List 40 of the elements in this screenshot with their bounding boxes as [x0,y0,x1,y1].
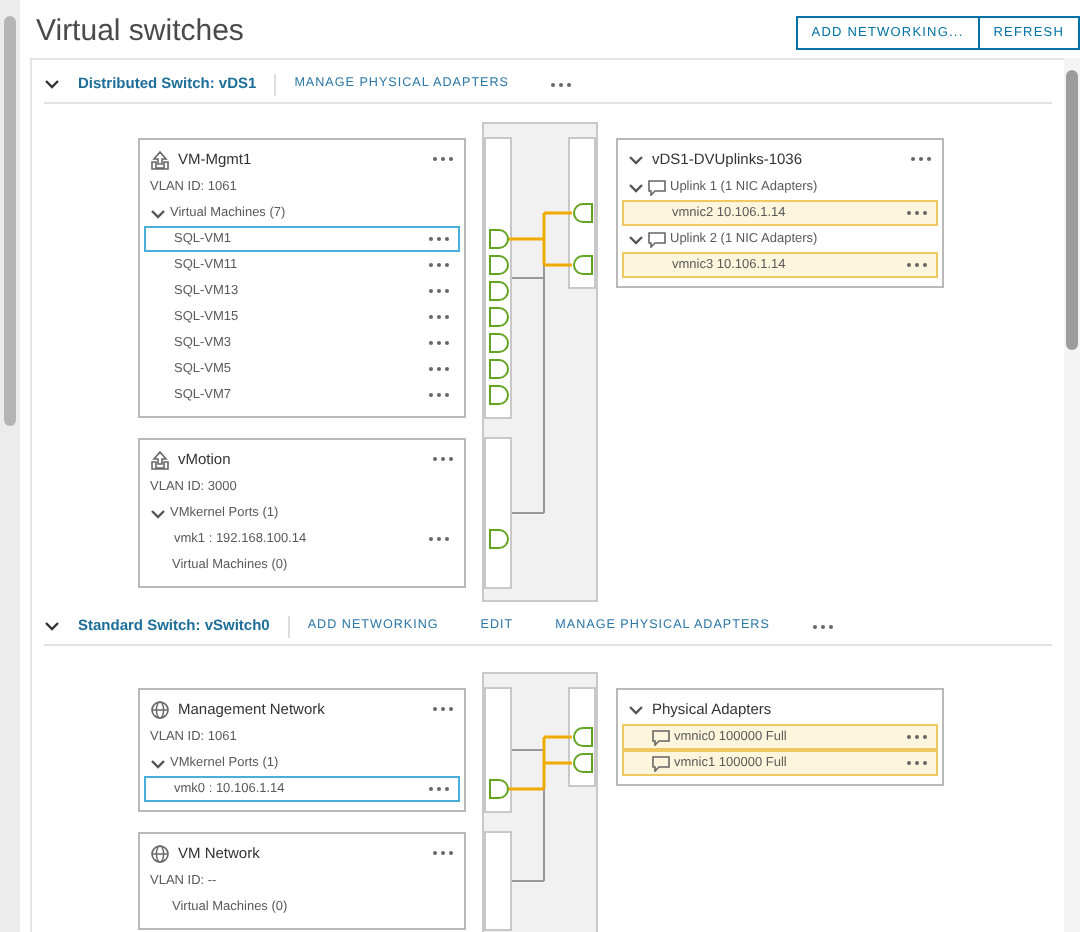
port-icon[interactable] [573,255,593,275]
more-icon[interactable] [428,786,450,792]
scrollbar[interactable] [1064,58,1080,932]
more-icon[interactable] [811,623,834,629]
chevron-down-icon[interactable] [628,701,644,717]
more-icon[interactable] [906,760,928,766]
chevron-down-icon[interactable] [44,76,60,92]
port-icon[interactable] [489,529,509,549]
more-icon[interactable] [432,156,454,162]
scrollbar[interactable] [0,0,20,932]
chevron-down-icon[interactable] [628,179,644,195]
more-icon[interactable] [910,156,932,162]
globe-icon [150,699,170,719]
more-icon[interactable] [428,288,450,294]
more-icon[interactable] [428,536,450,542]
more-icon[interactable] [906,210,928,216]
chevron-down-icon[interactable] [628,151,644,167]
active-connector-line [506,211,574,267]
chevron-down-icon[interactable] [628,231,644,247]
chevron-down-icon[interactable] [44,618,60,634]
more-icon[interactable] [428,392,450,398]
active-connector-line [506,735,574,791]
chevron-down-icon[interactable] [150,755,166,771]
more-icon[interactable] [906,262,928,268]
globe-icon [150,843,170,863]
port-icon[interactable] [573,203,593,223]
chevron-down-icon[interactable] [150,505,166,521]
more-icon[interactable] [906,734,928,740]
page-title: Virtual switches [34,12,244,52]
chevron-down-icon[interactable] [150,205,166,221]
more-icon[interactable] [432,456,454,462]
more-icon[interactable] [550,81,573,87]
more-icon[interactable] [428,366,450,372]
more-icon[interactable] [428,236,450,242]
more-icon[interactable] [432,850,454,856]
more-icon[interactable] [428,314,450,320]
more-icon[interactable] [432,706,454,712]
more-icon[interactable] [428,262,450,268]
port-icon[interactable] [489,779,509,799]
more-icon[interactable] [428,340,450,346]
